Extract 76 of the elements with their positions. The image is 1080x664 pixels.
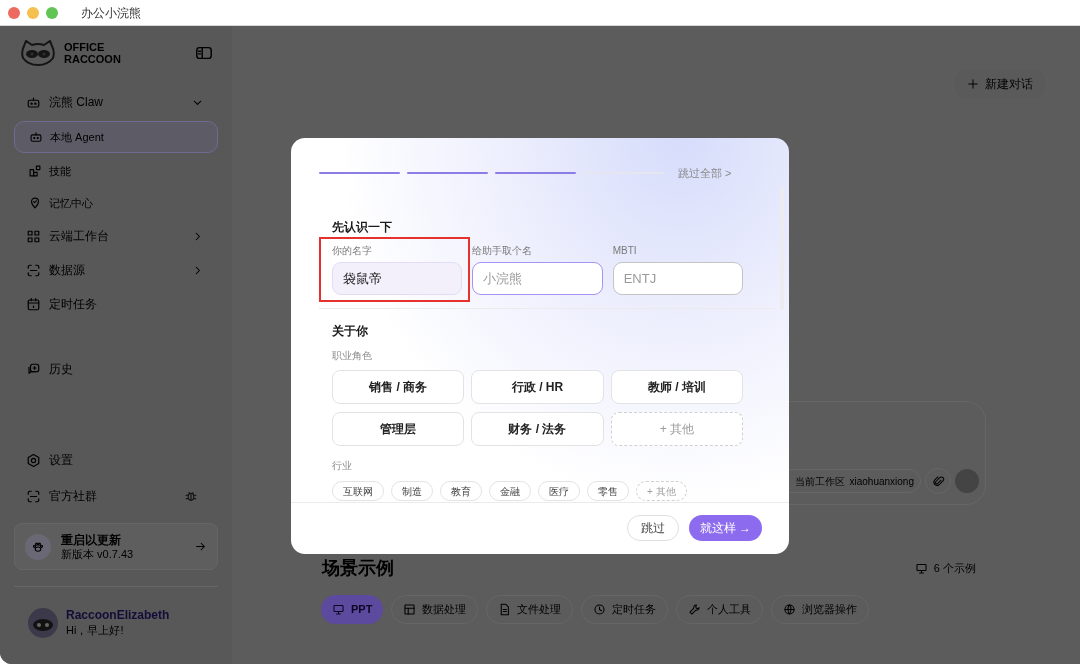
role-option[interactable]: 教师 / 培训 [610,370,743,404]
pin-icon [28,196,42,210]
window-title: 办公小浣熊 [81,4,141,22]
input-field[interactable]: ENTJ [612,262,743,295]
scan-icon [26,488,41,504]
document-icon [498,603,512,616]
bug-icon [184,489,198,503]
close-button[interactable] [8,6,20,19]
add-industry-chip[interactable]: + 其他 [636,481,687,501]
blocks-icon [28,164,42,178]
plus-icon [967,78,979,90]
industry-chip[interactable]: 金融 [489,481,531,501]
role-option[interactable]: 管理层 [332,412,465,446]
avatar-icon [28,608,58,638]
presentation-icon [332,603,345,616]
role-option[interactable]: 财务 / 法务 [471,412,604,446]
field-label: 给助手取个名 [472,244,534,258]
example-count: 6 个示例 [933,561,976,577]
add-role-button[interactable]: + 其他 [610,412,743,446]
user-name: RaccoonElizabeth [66,608,170,623]
role-option[interactable]: 销售 / 商务 [332,370,465,404]
greeting-text: Hi，早上好! [66,623,125,638]
logo-text: RACCOON [64,53,121,65]
section-title: 先认识一下 [332,219,393,236]
industry-chip[interactable]: 零售 [587,481,629,501]
calendar-icon [26,296,41,312]
chat-icon [26,361,41,377]
settings-icon [26,452,41,468]
nav-item[interactable]: 设置 [14,442,218,478]
input-field[interactable]: 小浣熊 [472,262,603,295]
nav-item[interactable]: 记忆中心 [14,187,218,219]
nav-item[interactable]: 云端工作台 [14,219,218,253]
skip-all-link[interactable]: 跳过全部 > [678,164,732,182]
nav-item[interactable]: 本地 Agent [14,121,218,153]
workspace-label: 当前工作区 [794,474,845,489]
skip-button[interactable]: 跳过 [626,515,679,541]
clock-icon [593,603,607,616]
robot-icon [29,130,43,144]
field-label: 职业角色 [332,349,373,363]
sidebar-toggle-icon[interactable] [195,44,213,62]
nav-item[interactable]: 历史 [14,352,218,386]
section-title: 关于你 [332,323,369,340]
raccoon-logo-icon [20,40,56,66]
confirm-button[interactable]: 就这样 → [688,515,762,541]
nav-item[interactable]: 技能 [14,155,218,187]
scenario-tab[interactable]: PPT [321,595,384,624]
grid-icon [26,228,41,244]
nav-item[interactable]: 数据源 [14,253,218,287]
globe-icon [783,603,797,616]
field-label: 你的名字 [332,244,373,258]
send-button[interactable] [955,469,979,493]
input-field[interactable]: 袋鼠帝 [332,262,463,295]
paperclip-icon [931,474,945,488]
role-option[interactable]: 行政 / HR [471,370,604,404]
zoom-button[interactable] [46,6,58,19]
section-title: 场景示例 [322,557,394,580]
field-label: 行业 [332,459,353,473]
nav-item[interactable]: 浣熊 Claw [14,85,218,119]
scan-icon [26,262,41,278]
arrow-right-icon [194,540,207,553]
field-label: MBTI [612,244,638,258]
industry-chip[interactable]: 制造 [391,481,433,501]
industry-chip[interactable]: 医疗 [538,481,580,501]
minimize-button[interactable] [27,6,39,19]
table-icon [403,603,417,616]
workspace-name: xiaohuanxiong [849,474,914,489]
robot-icon [26,94,41,110]
nav-item[interactable]: 定时任务 [14,287,218,321]
logo-text: OFFICE [64,41,106,53]
wrench-icon [688,603,702,616]
industry-chip[interactable]: 互联网 [332,481,384,501]
update-title: 重启以更新 [61,532,122,547]
industry-chip[interactable]: 教育 [440,481,482,501]
update-card[interactable]: 重启以更新 新版本 v0.7.43 [14,523,218,570]
nav-item[interactable]: 官方社群 [14,478,218,514]
version-text: 新版本 v0.7.43 [61,546,135,561]
